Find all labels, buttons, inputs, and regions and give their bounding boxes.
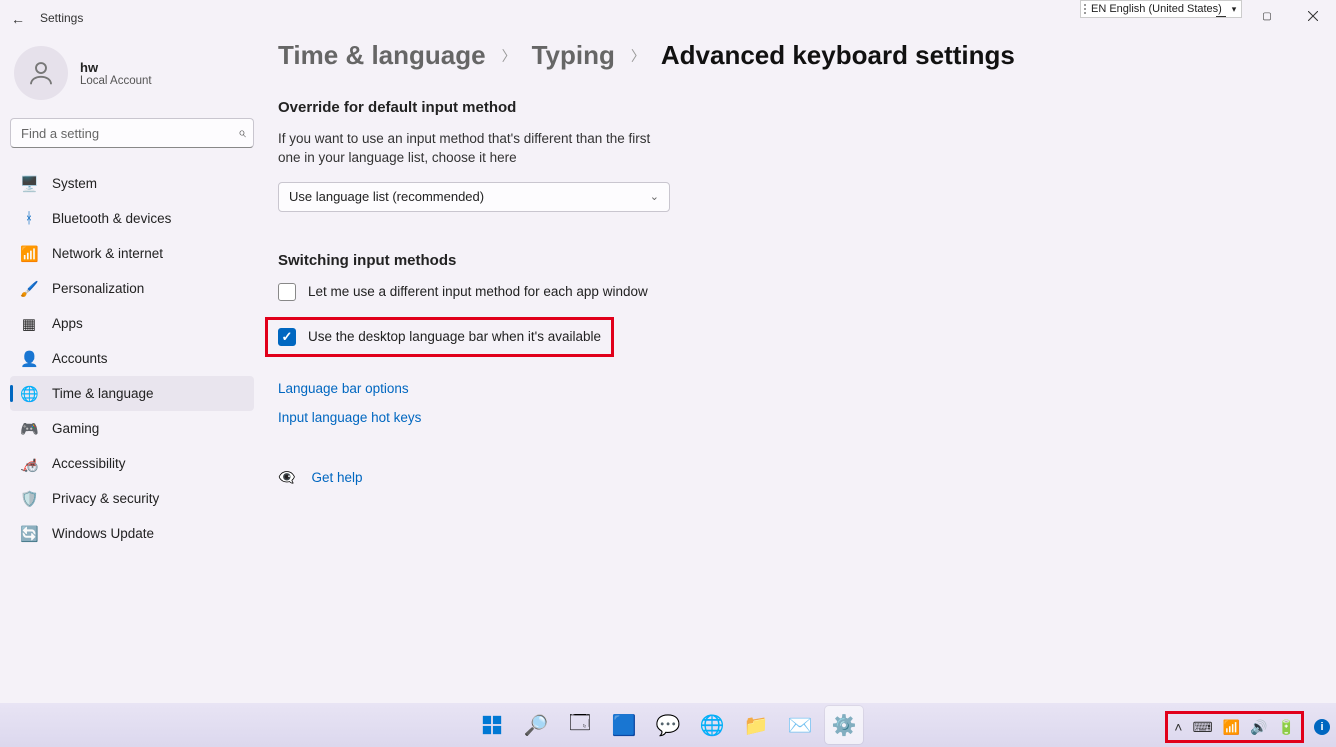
override-heading: Override for default input method xyxy=(278,99,1296,116)
search-icon: ⌕ xyxy=(238,124,246,141)
tray-wifi-icon[interactable]: 📶 xyxy=(1223,719,1240,736)
nav-system[interactable]: 🖥️ System xyxy=(10,166,254,201)
link-input-hotkeys[interactable]: Input language hot keys xyxy=(278,410,1296,425)
nav-privacy[interactable]: 🛡️ Privacy & security xyxy=(10,481,254,516)
chevron-right-icon: 〉 xyxy=(502,46,516,66)
taskbar-center: 🔍 🗔 🟦 💬 🌐 📁 ✉️ ⚙️ xyxy=(473,706,863,744)
wifi-icon: 📶 xyxy=(20,245,38,263)
checkbox-label: Let me use a different input method for … xyxy=(308,284,648,299)
minimize-button[interactable] xyxy=(1198,0,1244,32)
input-method-dropdown[interactable]: Use language list (recommended) ⌄ xyxy=(278,182,670,212)
account-name: hw xyxy=(80,60,152,75)
help-icon: 👁‍🗨 xyxy=(278,469,295,486)
nav-label: Network & internet xyxy=(52,246,163,261)
nav-label: Gaming xyxy=(52,421,99,436)
checkbox-desktop-language-bar[interactable]: ✓ Use the desktop language bar when it's… xyxy=(278,328,601,346)
window-title: Settings xyxy=(40,11,83,25)
avatar xyxy=(14,46,68,100)
override-description: If you want to use an input method that'… xyxy=(278,130,668,168)
highlight-box: ✓ Use the desktop language bar when it's… xyxy=(265,317,614,357)
taskbar-task-view[interactable]: 🗔 xyxy=(561,706,599,744)
system-tray: ˄ ⌨ 📶 🔊 🔋 i xyxy=(1165,711,1330,743)
account-type: Local Account xyxy=(80,75,152,87)
nav-personalization[interactable]: 🖌️ Personalization xyxy=(10,271,254,306)
nav-label: Accounts xyxy=(52,351,108,366)
tray-input-indicator-icon[interactable]: ⌨ xyxy=(1192,719,1212,736)
tray-notification-badge[interactable]: i xyxy=(1314,719,1330,735)
taskbar-explorer[interactable]: 📁 xyxy=(737,706,775,744)
bluetooth-icon: ᚼ xyxy=(20,210,38,227)
link-language-bar-options[interactable]: Language bar options xyxy=(278,381,1296,396)
taskbar-mail[interactable]: ✉️ xyxy=(781,706,819,744)
shield-icon: 🛡️ xyxy=(20,490,38,508)
page-title: Advanced keyboard settings xyxy=(661,40,1015,71)
nav-network[interactable]: 📶 Network & internet xyxy=(10,236,254,271)
chevron-down-icon: ⌄ xyxy=(650,190,659,203)
main-content: Time & language 〉 Typing 〉 Advanced keyb… xyxy=(278,40,1296,486)
breadcrumb: Time & language 〉 Typing 〉 Advanced keyb… xyxy=(278,40,1296,71)
taskbar-chat[interactable]: 💬 xyxy=(649,706,687,744)
brush-icon: 🖌️ xyxy=(20,280,38,298)
start-button[interactable] xyxy=(473,706,511,744)
search-box[interactable]: ⌕ xyxy=(10,118,254,148)
nav-accessibility[interactable]: 🦽 Accessibility xyxy=(10,446,254,481)
nav-gaming[interactable]: 🎮 Gaming xyxy=(10,411,254,446)
nav-label: Bluetooth & devices xyxy=(52,211,171,226)
nav-windows-update[interactable]: 🔄 Windows Update xyxy=(10,516,254,551)
close-button[interactable] xyxy=(1290,0,1336,32)
nav-label: Privacy & security xyxy=(52,491,159,506)
accessibility-icon: 🦽 xyxy=(20,455,38,473)
sidebar: hw Local Account ⌕ 🖥️ System ᚼ Bluetooth &… xyxy=(10,46,254,551)
update-icon: 🔄 xyxy=(20,525,38,543)
system-icon: 🖥️ xyxy=(20,175,38,193)
tray-volume-icon[interactable]: 🔊 xyxy=(1250,719,1267,736)
taskbar-settings[interactable]: ⚙️ xyxy=(825,706,863,744)
get-help-row: 👁‍🗨 Get help xyxy=(278,469,1296,486)
nav-label: Apps xyxy=(52,316,83,331)
gamepad-icon: 🎮 xyxy=(20,420,38,438)
checkbox-icon xyxy=(278,283,296,301)
nav-apps[interactable]: ▦ Apps xyxy=(10,306,254,341)
get-help-link[interactable]: Get help xyxy=(311,470,362,485)
globe-icon: 🌐 xyxy=(20,385,38,403)
tray-highlight-box: ˄ ⌨ 📶 🔊 🔋 xyxy=(1165,711,1304,743)
taskbar-widgets[interactable]: 🟦 xyxy=(605,706,643,744)
breadcrumb-typing[interactable]: Typing xyxy=(532,40,615,71)
tray-battery-icon[interactable]: 🔋 xyxy=(1278,719,1295,736)
nav-label: Personalization xyxy=(52,281,144,296)
checkbox-checked-icon: ✓ xyxy=(278,328,296,346)
account-block[interactable]: hw Local Account xyxy=(10,46,254,118)
taskbar-search[interactable]: 🔍 xyxy=(517,706,555,744)
checkbox-label: Use the desktop language bar when it's a… xyxy=(308,329,601,344)
nav-label: Windows Update xyxy=(52,526,154,541)
maximize-button[interactable]: ▢ xyxy=(1244,0,1290,32)
nav-label: Time & language xyxy=(52,386,154,401)
breadcrumb-time-language[interactable]: Time & language xyxy=(278,40,486,71)
tray-overflow-icon[interactable]: ˄ xyxy=(1174,719,1182,735)
checkbox-per-app-input[interactable]: Let me use a different input method for … xyxy=(278,283,1296,301)
grip-icon xyxy=(1081,4,1089,14)
back-button[interactable]: ← xyxy=(0,9,36,27)
taskbar-edge[interactable]: 🌐 xyxy=(693,706,731,744)
dropdown-value: Use language list (recommended) xyxy=(289,189,484,204)
nav-bluetooth[interactable]: ᚼ Bluetooth & devices xyxy=(10,201,254,236)
nav-time-language[interactable]: 🌐 Time & language xyxy=(10,376,254,411)
window-controls: ▢ xyxy=(1198,0,1336,32)
nav-accounts[interactable]: 👤 Accounts xyxy=(10,341,254,376)
switching-heading: Switching input methods xyxy=(278,252,1296,269)
apps-icon: ▦ xyxy=(20,315,38,333)
chevron-right-icon: 〉 xyxy=(631,46,645,66)
nav-label: Accessibility xyxy=(52,456,126,471)
search-input[interactable] xyxy=(10,118,254,148)
nav-label: System xyxy=(52,176,97,191)
person-icon: 👤 xyxy=(20,350,38,368)
nav-list: 🖥️ System ᚼ Bluetooth & devices 📶 Network &… xyxy=(10,166,254,551)
taskbar: 🔍 🗔 🟦 💬 🌐 📁 ✉️ ⚙️ ˄ ⌨ 📶 🔊 🔋 i xyxy=(0,703,1336,747)
